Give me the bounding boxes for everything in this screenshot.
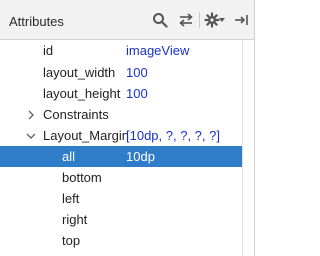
attribute-label: left: [62, 191, 80, 206]
attribute-row-margin-right[interactable]: right: [0, 209, 242, 230]
attribute-label: layout_height: [43, 86, 121, 101]
attribute-value[interactable]: 10dp: [126, 146, 155, 167]
attribute-row-margin-top[interactable]: top: [0, 230, 242, 251]
panel-title: Attributes: [9, 14, 64, 29]
attribute-label: layout_width: [43, 65, 116, 80]
attribute-row-layout-height[interactable]: layout_height 100: [0, 83, 242, 104]
attribute-row-layout-margin[interactable]: Layout_Margin [10dp, ?, ?, ?, ?]: [0, 125, 242, 146]
attribute-row-layout-width[interactable]: layout_width 100: [0, 62, 242, 83]
attribute-label: right: [62, 212, 88, 227]
attribute-row-margin-left[interactable]: left: [0, 188, 242, 209]
scrollbar-track[interactable]: [242, 40, 243, 256]
attribute-value[interactable]: 100: [126, 83, 148, 104]
attribute-label: Layout_Margin: [43, 128, 129, 143]
attributes-header: Attributes: [0, 0, 254, 40]
attribute-row-id[interactable]: id imageView: [0, 40, 242, 61]
attribute-row-margin-bottom[interactable]: bottom: [0, 167, 242, 188]
chevron-down-icon[interactable]: [218, 11, 226, 29]
attribute-label: top: [62, 233, 81, 248]
attribute-label: Constraints: [43, 107, 109, 122]
attribute-value[interactable]: 100: [126, 62, 148, 83]
attribute-label: bottom: [62, 170, 102, 185]
attribute-row-constraints[interactable]: Constraints: [0, 104, 242, 125]
attribute-value[interactable]: imageView: [126, 40, 189, 61]
attribute-label: id: [43, 43, 54, 58]
chevron-down-icon[interactable]: [25, 125, 37, 146]
attribute-row-margin-all[interactable]: all 10dp: [0, 146, 242, 167]
chevron-right-icon[interactable]: [25, 104, 37, 125]
attributes-panel: Attributes id imageView layout_width 100…: [0, 0, 255, 256]
attribute-value: [10dp, ?, ?, ?, ?]: [126, 128, 220, 143]
pin-right-icon[interactable]: [232, 11, 250, 29]
toolbar-separator: [199, 12, 200, 28]
swap-arrows-icon[interactable]: [177, 11, 195, 29]
search-icon[interactable]: [151, 11, 169, 29]
attribute-label: all: [62, 149, 76, 164]
